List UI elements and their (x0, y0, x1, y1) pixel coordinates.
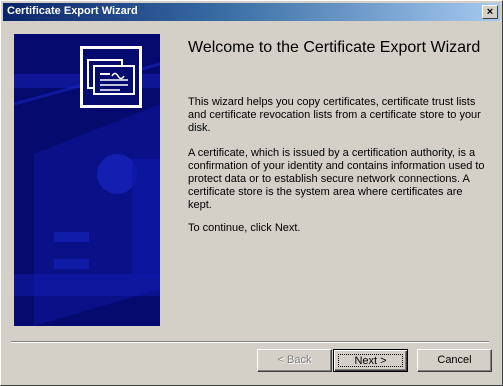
close-button[interactable]: × (482, 5, 498, 19)
back-button[interactable]: < Back (257, 349, 332, 372)
next-button-label: Next > (338, 354, 403, 367)
close-icon: × (486, 6, 494, 18)
page-title: Welcome to the Certificate Export Wizard (188, 39, 481, 56)
window-title: Certificate Export Wizard (7, 5, 138, 17)
intro-paragraph: This wizard helps you copy certificates,… (188, 96, 481, 134)
wizard-banner (14, 34, 160, 326)
certificate-icon (80, 46, 142, 108)
continue-instruction: To continue, click Next. (188, 222, 301, 234)
wizard-content: Welcome to the Certificate Export Wizard… (3, 22, 500, 342)
cancel-button[interactable]: Cancel (417, 349, 492, 372)
title-bar[interactable]: Certificate Export Wizard × (3, 3, 500, 21)
certificate-description: A certificate, which is issued by a cert… (188, 147, 485, 211)
wizard-window: Certificate Export Wizard × Welcome to t… (0, 0, 503, 386)
next-button[interactable]: Next > (333, 349, 408, 372)
button-separator (11, 341, 489, 343)
